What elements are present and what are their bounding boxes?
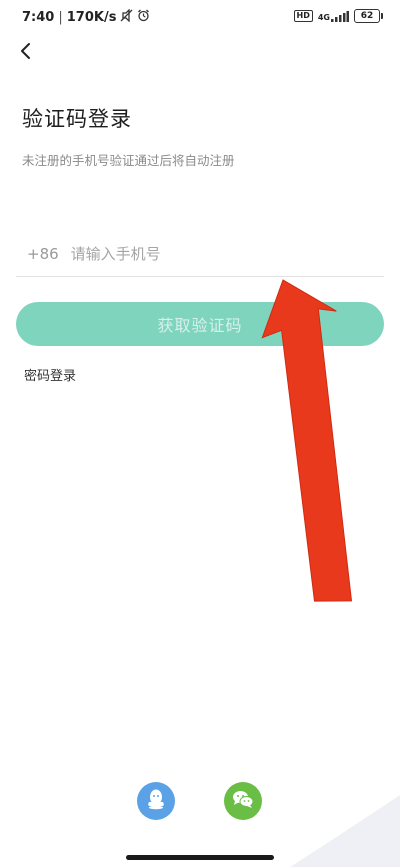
status-right: HD 4G 62	[293, 9, 383, 23]
hd-badge: HD	[293, 10, 313, 22]
status-divider: |	[58, 10, 63, 25]
page-title: 验证码登录	[22, 107, 132, 131]
page-subtitle: 未注册的手机号验证通过后将自动注册	[22, 153, 235, 168]
phone-input[interactable]	[70, 245, 341, 263]
back-button[interactable]	[10, 38, 40, 68]
status-time: 7:40	[22, 10, 55, 25]
wechat-login-button[interactable]	[224, 782, 262, 820]
mute-vibrate-icon	[120, 8, 133, 26]
status-bar: 7:40 | 170K/s HD 4G 62	[0, 0, 400, 34]
wechat-icon	[232, 789, 254, 813]
status-speed: 170K/s	[66, 10, 117, 25]
network-type: 4G	[317, 12, 330, 22]
alarm-icon	[137, 9, 150, 26]
phone-input-row: +86	[16, 232, 384, 277]
battery-icon: 62	[354, 9, 383, 23]
status-left: 7:40 | 170K/s	[22, 8, 150, 26]
country-code[interactable]: +86	[27, 245, 59, 263]
qq-login-button[interactable]	[137, 782, 175, 820]
get-code-button[interactable]: 获取验证码	[16, 302, 384, 346]
chevron-left-icon	[18, 42, 32, 64]
password-login-link[interactable]: 密码登录	[24, 365, 76, 384]
home-indicator[interactable]	[126, 855, 274, 860]
cellular-signal-icon: 4G	[317, 10, 349, 22]
qq-icon	[146, 788, 166, 814]
